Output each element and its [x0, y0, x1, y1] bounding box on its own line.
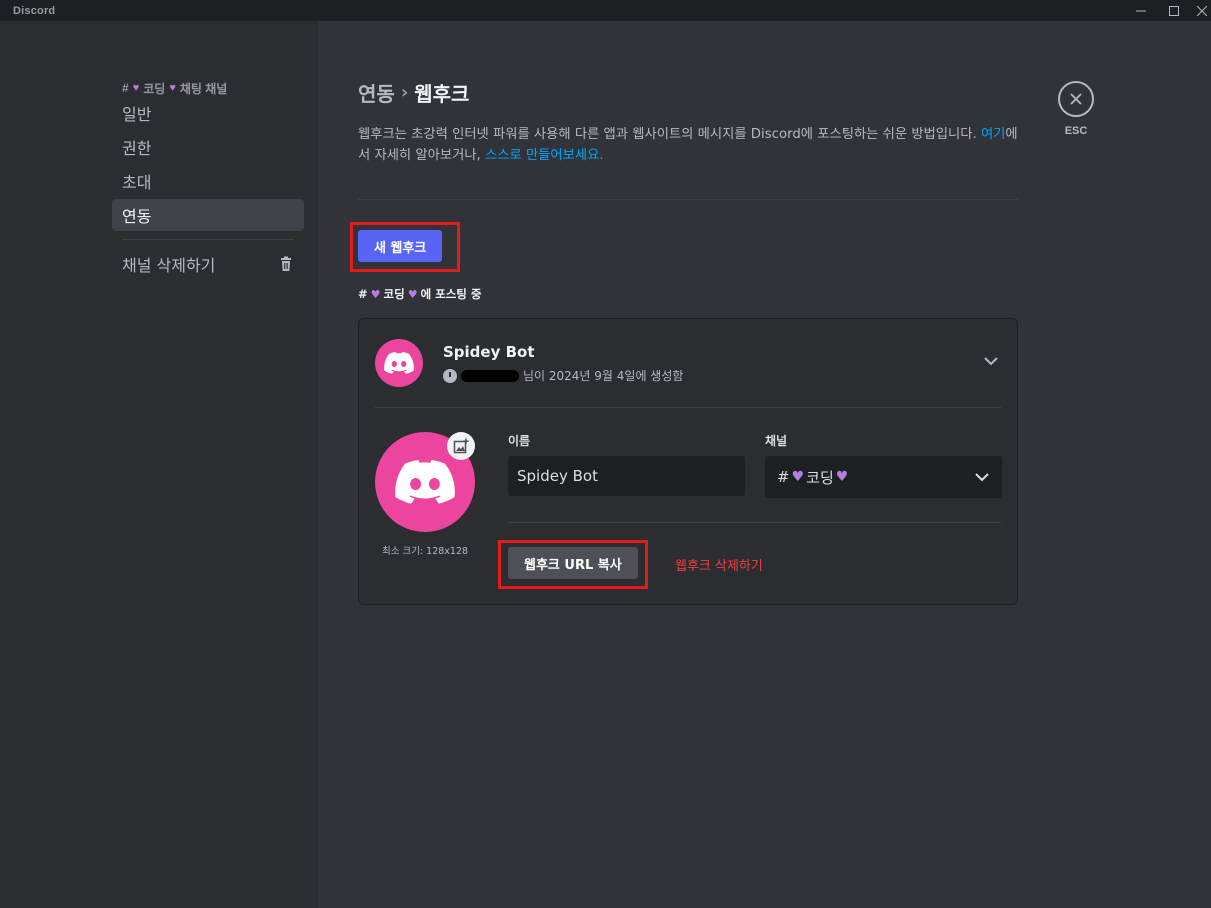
breadcrumb-integrations[interactable]: 연동: [358, 78, 395, 107]
hash-icon: #: [122, 81, 129, 95]
annotation-box: [498, 540, 648, 589]
name-label: 이름: [508, 434, 531, 448]
main-content: 연동 › 웹후크 웹후크는 초강력 인터넷 파워를 사용해 다른 앱과 웹사이트…: [350, 78, 1018, 605]
close-settings-button[interactable]: ESC: [1058, 81, 1094, 137]
posting-channel-name: 코딩: [383, 287, 405, 301]
settings-sidebar: # ♥ 코딩 ♥ 채팅 채널 일반 권한 초대 연동 채널 삭제하기: [0, 21, 318, 908]
heart-icon: ♥: [791, 469, 805, 485]
chevron-down-icon: [975, 473, 989, 482]
learn-more-link[interactable]: 여기: [981, 127, 1005, 142]
heart-icon: ♥: [407, 287, 418, 301]
channel-select[interactable]: # ♥ 코딩 ♥: [765, 456, 1002, 498]
annotation-box: [350, 222, 460, 272]
sidebar-item-integrations[interactable]: 연동: [112, 199, 304, 231]
sidebar-item-general[interactable]: 일반: [112, 97, 304, 129]
heart-icon: ♥: [835, 469, 849, 485]
minimize-icon[interactable]: [1124, 0, 1158, 21]
title-bar: Discord: [0, 0, 1211, 21]
redacted-username: [461, 369, 519, 382]
breadcrumb: 연동 › 웹후크: [358, 78, 1018, 106]
hash-icon: #: [777, 468, 790, 486]
sidebar-item-permissions[interactable]: 권한: [112, 131, 304, 163]
close-icon[interactable]: [1185, 0, 1211, 21]
posting-channel-label: # ♥ 코딩 ♥ 에 포스팅 중: [358, 286, 481, 302]
delete-channel-label: 채널 삭제하기: [122, 256, 216, 275]
clock-icon: [443, 368, 457, 383]
card-divider: [375, 407, 1001, 408]
page-title: 웹후크: [414, 81, 470, 106]
avatar: [375, 339, 423, 387]
selected-channel: 코딩: [806, 468, 834, 487]
webhook-name-input[interactable]: [508, 456, 745, 496]
sidebar-item-label: 초대: [122, 173, 152, 192]
channel-name-part: 코딩: [143, 81, 166, 96]
hash-icon: #: [358, 287, 368, 301]
webhook-description: 웹후크는 초강력 인터넷 파워를 사용해 다른 앱과 웹사이트의 메시지를 Di…: [358, 124, 1018, 166]
channel-label: 채널: [765, 434, 788, 448]
sidebar-nav: # ♥ 코딩 ♥ 채팅 채널 일반 권한 초대 연동 채널 삭제하기: [112, 79, 304, 280]
form-divider: [508, 522, 1001, 523]
posting-suffix: 에 포스팅 중: [420, 287, 482, 301]
trash-icon: [281, 256, 291, 271]
chevron-up-icon[interactable]: [983, 353, 999, 369]
created-text: 님이 2024년 9월 4일에 생성함: [523, 369, 684, 383]
delete-webhook-button[interactable]: 웹후크 삭제하기: [675, 555, 763, 574]
channel-header: # ♥ 코딩 ♥ 채팅 채널: [112, 79, 304, 97]
heart-icon: ♥: [132, 82, 140, 94]
sidebar-item-label: 일반: [122, 105, 152, 124]
app-name: Discord: [13, 4, 56, 17]
sidebar-divider: [122, 239, 294, 240]
sidebar-item-label: 권한: [122, 139, 152, 158]
section-divider: [358, 199, 1018, 200]
sidebar-item-invites[interactable]: 초대: [112, 165, 304, 197]
sidebar-item-label: 연동: [122, 207, 152, 226]
delete-channel-button[interactable]: 채널 삭제하기: [112, 248, 304, 280]
heart-icon: ♥: [370, 287, 381, 301]
heart-icon: ♥: [169, 82, 176, 94]
discord-logo-icon: [395, 460, 455, 504]
webhook-card: Spidey Bot 님이 2024년 9월 4일에 생성함 최소 크기: 12…: [358, 318, 1018, 605]
chevron-right-icon: ›: [400, 81, 409, 103]
close-icon[interactable]: [1058, 81, 1094, 117]
add-image-icon[interactable]: [447, 432, 475, 460]
discord-logo-icon: [384, 352, 414, 374]
build-your-own-link[interactable]: 스스로 만들어보세요.: [485, 148, 604, 163]
channel-header-label: 채팅 채널: [179, 81, 228, 96]
webhook-name: Spidey Bot: [443, 343, 535, 361]
desc-text: 웹후크는 초강력 인터넷 파워를 사용해 다른 앱과 웹사이트의 메시지를 Di…: [358, 127, 981, 142]
webhook-created-info: 님이 2024년 9월 4일에 생성함: [443, 367, 683, 384]
min-size-hint: 최소 크기: 128x128: [381, 546, 469, 557]
esc-label: ESC: [1064, 125, 1088, 137]
